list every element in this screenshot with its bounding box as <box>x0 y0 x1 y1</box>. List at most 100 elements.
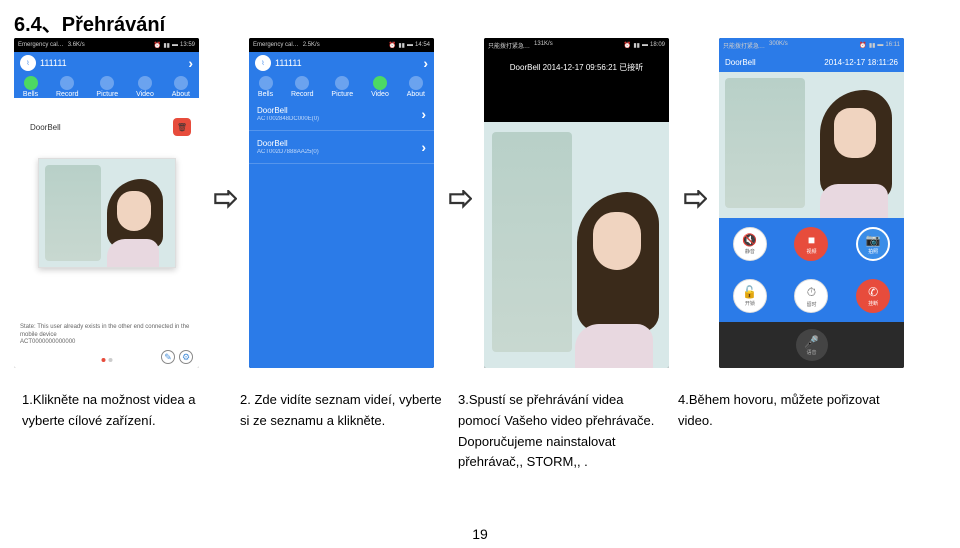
mute-button[interactable]: 🔇静音 <box>733 227 767 261</box>
tab-video[interactable]: Video <box>136 76 154 98</box>
player-area: DoorBell 2014-12-17 09:56:21 已接听 <box>484 52 669 368</box>
signal-icon: ▮▮ <box>398 42 405 49</box>
bottom-bar: 🎤语音 <box>719 322 904 368</box>
chevron-right-icon[interactable]: › <box>188 55 193 71</box>
arrow-icon <box>679 38 709 368</box>
battery-icon: ▬ <box>407 42 413 48</box>
button-row-2: 🔓开锁 ⏱留时 ✆挂断 <box>719 270 904 322</box>
status-speed: 131K/s <box>534 41 553 50</box>
alarm-icon: ⏰ <box>859 42 866 49</box>
video-button[interactable]: ■视频 <box>794 227 828 261</box>
list-item[interactable]: DoorBell ACT002D7888AA25(0) › <box>249 131 434 164</box>
photo-button[interactable]: 📷拍照 <box>856 227 890 261</box>
video-list: DoorBell ACT002848DC000E(0) › DoorBell A… <box>249 98 434 368</box>
tab-about[interactable]: About <box>172 76 190 98</box>
status-speed: 300K/s <box>769 41 788 50</box>
hangup-button[interactable]: ✆挂断 <box>856 279 890 313</box>
status-bar: Emergency cal… 3.6K/s ⏰ ▮▮ ▬ 13:59 <box>14 38 199 52</box>
chevron-right-icon: › <box>421 106 426 122</box>
arrow-icon <box>209 38 239 368</box>
screenshot-2: Emergency cal… 2.5K/s ⏰ ▮▮ ▬ 14:54 ⌇ 111… <box>249 38 434 368</box>
tab-video[interactable]: Video <box>371 76 389 98</box>
screenshot-4: 只能拨打紧急… 300K/s ⏰ ▮▮ ▬ 16:11 DoorBell 201… <box>719 38 904 368</box>
caption-2: 2. Zde vidíte seznam videí, vyberte si z… <box>232 390 450 473</box>
doorbell-label: DoorBell <box>22 123 173 132</box>
chevron-right-icon: › <box>421 139 426 155</box>
alarm-icon: ⏰ <box>154 42 161 49</box>
page-number: 19 <box>472 526 488 542</box>
edit-icon[interactable]: ✎ <box>161 350 175 364</box>
status-carrier: 只能拨打紧急… <box>723 41 765 50</box>
tab-bells[interactable]: Bells <box>23 76 38 98</box>
lock-icon: 🔓 <box>742 285 757 299</box>
status-bar: Emergency cal… 2.5K/s ⏰ ▮▮ ▬ 14:54 <box>249 38 434 52</box>
status-time: 14:54 <box>415 42 430 48</box>
status-time: 18:09 <box>650 42 665 48</box>
video-frame <box>719 72 904 218</box>
tab-picture[interactable]: Picture <box>331 76 353 98</box>
trash-icon[interactable]: 🗑 <box>173 118 191 136</box>
tab-bar: Bells Record Picture Video About <box>249 74 434 98</box>
mute-icon: 🔇 <box>742 233 757 247</box>
caption-3: 3.Spustí se přehrávání videa pomocí Vaše… <box>450 390 670 473</box>
playback-title: DoorBell 2014-12-17 09:56:21 已接听 <box>484 52 669 83</box>
status-carrier: Emergency cal… <box>253 42 299 48</box>
call-timestamp: 2014-12-17 18:11:26 <box>824 58 898 67</box>
status-time: 16:11 <box>885 42 900 48</box>
gear-icon[interactable]: ⚙ <box>179 350 193 364</box>
status-speed: 2.5K/s <box>303 42 320 48</box>
timer-button[interactable]: ⏱留时 <box>794 279 828 313</box>
call-header: DoorBell 2014-12-17 18:11:26 <box>719 52 904 72</box>
header-number: 111111 <box>40 58 67 68</box>
camera-icon: 📷 <box>866 233 881 247</box>
status-carrier: 只能拨打紧急… <box>488 41 530 50</box>
signal-icon: ▮▮ <box>163 42 170 49</box>
mic-button[interactable]: 🎤语音 <box>796 329 828 361</box>
doorbell-row[interactable]: DoorBell 🗑 <box>14 98 199 156</box>
signal-icon: ▮▮ <box>869 42 876 49</box>
wifi-icon: ⌇ <box>20 55 36 71</box>
header-bar: ⌇ 111111 › <box>249 52 434 74</box>
tab-about[interactable]: About <box>407 76 425 98</box>
status-carrier: Emergency cal… <box>18 42 64 48</box>
content-area: DoorBell 🗑 State: This user already exis… <box>14 98 199 368</box>
unlock-button[interactable]: 🔓开锁 <box>733 279 767 313</box>
status-time: 13:59 <box>180 42 195 48</box>
alarm-icon: ⏰ <box>389 42 396 49</box>
phone-icon: ✆ <box>868 285 878 299</box>
button-row-1: 🔇静音 ■视频 📷拍照 <box>719 218 904 270</box>
arrow-icon <box>444 38 474 368</box>
status-bar: 只能拨打紧急… 300K/s ⏰ ▮▮ ▬ 16:11 <box>719 38 904 52</box>
battery-icon: ▬ <box>877 42 883 48</box>
camera-preview <box>38 158 176 268</box>
chevron-right-icon[interactable]: › <box>423 55 428 71</box>
state-note: State: This user already exists in the o… <box>20 324 193 346</box>
item-sub: ACT002D7888AA25(0) <box>257 149 319 155</box>
caption-4: 4.Během hovoru, můžete pořizovat video. <box>670 390 888 473</box>
signal-icon: ▮▮ <box>633 42 640 49</box>
status-speed: 3.6K/s <box>68 42 85 48</box>
tab-record[interactable]: Record <box>56 76 79 98</box>
item-name: DoorBell <box>257 106 319 115</box>
status-bar: 只能拨打紧急… 131K/s ⏰ ▮▮ ▬ 18:09 <box>484 38 669 52</box>
screenshot-row: Emergency cal… 3.6K/s ⏰ ▮▮ ▬ 13:59 ⌇ 111… <box>14 38 954 368</box>
item-name: DoorBell <box>257 139 319 148</box>
screenshot-3: 只能拨打紧急… 131K/s ⏰ ▮▮ ▬ 18:09 DoorBell 201… <box>484 38 669 368</box>
header-bar: ⌇ 111111 › <box>14 52 199 74</box>
battery-icon: ▬ <box>642 42 648 48</box>
call-title: DoorBell <box>725 58 756 67</box>
alarm-icon: ⏰ <box>624 42 631 49</box>
battery-icon: ▬ <box>172 42 178 48</box>
tab-picture[interactable]: Picture <box>96 76 118 98</box>
clock-icon: ⏱ <box>807 285 816 300</box>
screenshot-1: Emergency cal… 3.6K/s ⏰ ▮▮ ▬ 13:59 ⌇ 111… <box>14 38 199 368</box>
list-item[interactable]: DoorBell ACT002848DC000E(0) › <box>249 98 434 131</box>
tab-bells[interactable]: Bells <box>258 76 273 98</box>
tab-record[interactable]: Record <box>291 76 314 98</box>
header-number: 111111 <box>275 58 302 68</box>
tab-bar: Bells Record Picture Video About <box>14 74 199 98</box>
item-sub: ACT002848DC000E(0) <box>257 116 319 122</box>
video-frame[interactable] <box>484 122 669 368</box>
captions-row: 1.Klikněte na možnost videa a vyberte cí… <box>0 390 960 473</box>
video-icon: ■ <box>808 233 815 247</box>
